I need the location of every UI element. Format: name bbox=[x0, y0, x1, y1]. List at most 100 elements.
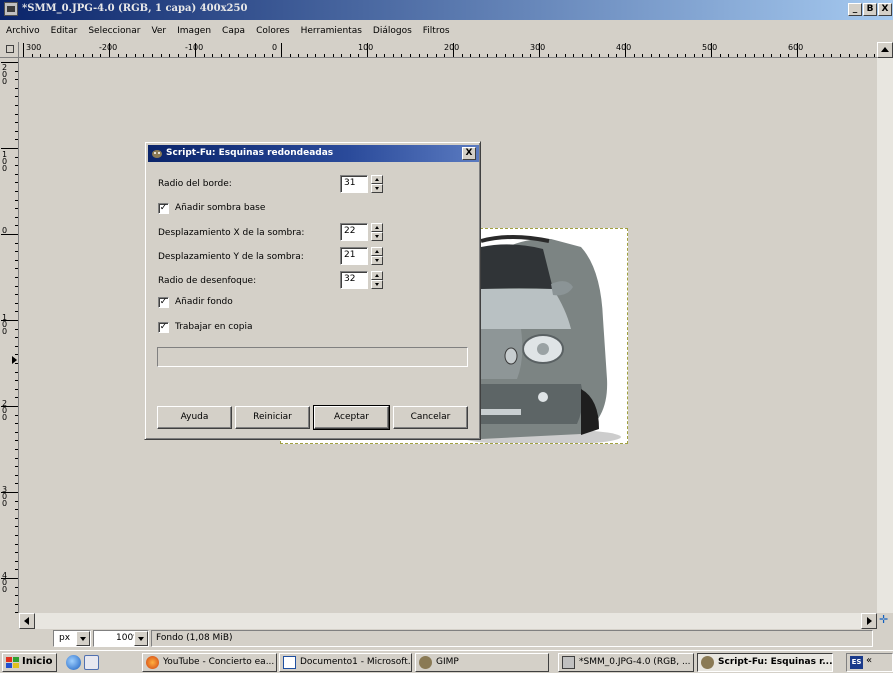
ruler-tick bbox=[15, 535, 18, 536]
task-label: Documento1 - Microsoft... bbox=[300, 657, 412, 667]
hruler-label: 200 bbox=[444, 43, 460, 52]
ruler-corner-menu-button[interactable] bbox=[0, 42, 19, 58]
desenfoque-spinner[interactable]: 32 bbox=[340, 271, 384, 289]
ruler-tick bbox=[178, 54, 179, 57]
ruler-tick bbox=[1, 406, 18, 407]
sombra-base-label: Añadir sombra base bbox=[175, 203, 266, 213]
tray-expand-button[interactable]: « bbox=[866, 655, 872, 666]
ruler-tick bbox=[15, 595, 18, 596]
task-image-window[interactable]: *SMM_0.JPG-4.0 (RGB, ... bbox=[558, 653, 694, 672]
windows-taskbar: Inicio YouTube - Concierto ea... Documen… bbox=[0, 650, 893, 673]
zoom-select[interactable]: 100% bbox=[93, 630, 149, 647]
ayuda-button[interactable]: Ayuda bbox=[157, 406, 232, 429]
start-button[interactable]: Inicio bbox=[2, 653, 57, 672]
navigate-icon[interactable] bbox=[877, 613, 893, 629]
desplazamiento-y-spinner[interactable]: 21 bbox=[340, 247, 384, 265]
status-message: Fondo (1,08 MiB) bbox=[151, 630, 873, 647]
radio-borde-spinner[interactable]: 31 bbox=[340, 175, 384, 193]
chevron-down-icon[interactable] bbox=[76, 631, 90, 646]
gimp-image-window-icon[interactable] bbox=[4, 2, 18, 16]
menu-archivo[interactable]: Archivo bbox=[6, 26, 40, 36]
ruler-tick bbox=[15, 569, 18, 570]
ruler-tick bbox=[539, 43, 540, 57]
task-label: YouTube - Concierto ea... bbox=[163, 657, 275, 667]
spin-down-button[interactable] bbox=[371, 232, 383, 241]
menu-filtros[interactable]: Filtros bbox=[423, 26, 450, 36]
unit-select[interactable]: px bbox=[53, 630, 91, 647]
ruler-tick bbox=[436, 54, 437, 57]
ruler-tick bbox=[15, 165, 18, 166]
ruler-tick bbox=[15, 458, 18, 459]
ruler-tick bbox=[401, 54, 402, 57]
close-button[interactable]: X bbox=[878, 3, 892, 16]
horizontal-ruler[interactable]: 300 -200 -100 0 100 200 300 400 500 600 bbox=[19, 42, 888, 58]
desplazamiento-y-input[interactable]: 21 bbox=[340, 247, 368, 265]
vruler-label: 100 bbox=[2, 150, 8, 173]
windows-logo-icon bbox=[6, 657, 19, 668]
cancelar-button[interactable]: Cancelar bbox=[393, 406, 468, 429]
spin-up-button[interactable] bbox=[371, 271, 383, 280]
spin-up-button[interactable] bbox=[371, 223, 383, 232]
hruler-label: 600 bbox=[788, 43, 804, 52]
ruler-tick bbox=[15, 208, 18, 209]
task-gimp[interactable]: GIMP bbox=[415, 653, 549, 672]
language-indicator[interactable]: ES bbox=[850, 656, 863, 669]
ruler-tick bbox=[32, 54, 33, 57]
dialog-titlebar[interactable]: Script-Fu: Esquinas redondeadas X bbox=[148, 145, 479, 162]
checkbox-box[interactable]: ✓ bbox=[158, 322, 169, 333]
desplazamiento-x-input[interactable]: 22 bbox=[340, 223, 368, 241]
aceptar-label: Aceptar bbox=[334, 412, 369, 422]
ruler-tick bbox=[15, 397, 18, 398]
ruler-tick bbox=[315, 54, 316, 57]
window-title: *SMM_0.JPG-4.0 (RGB, 1 capa) 400x250 bbox=[22, 3, 248, 14]
vruler-label: 400 bbox=[2, 571, 8, 594]
scroll-right-button[interactable] bbox=[861, 613, 877, 629]
ruler-tick bbox=[668, 54, 669, 57]
hruler-label: 300 bbox=[530, 43, 546, 52]
spin-down-button[interactable] bbox=[371, 184, 383, 193]
vertical-ruler[interactable]: 200 100 0 100 200 300 400 bbox=[0, 58, 19, 613]
checkbox-box[interactable]: ✓ bbox=[158, 297, 169, 308]
desenfoque-input[interactable]: 32 bbox=[340, 271, 368, 289]
menu-herramientas[interactable]: Herramientas bbox=[301, 26, 362, 36]
spin-up-button[interactable] bbox=[371, 247, 383, 256]
aceptar-button[interactable]: Aceptar bbox=[313, 405, 390, 430]
desenfoque-label: Radio de desenfoque: bbox=[158, 276, 257, 286]
menu-capa[interactable]: Capa bbox=[222, 26, 245, 36]
script-fu-dialog: Script-Fu: Esquinas redondeadas X Radio … bbox=[144, 141, 481, 440]
desplazamiento-x-spinner[interactable]: 22 bbox=[340, 223, 384, 241]
spin-down-button[interactable] bbox=[371, 280, 383, 289]
ruler-tick bbox=[15, 466, 18, 467]
internet-explorer-icon[interactable] bbox=[66, 655, 81, 670]
ruler-tick bbox=[573, 54, 574, 57]
vertical-scrollbar[interactable] bbox=[877, 42, 893, 613]
minimize-button[interactable]: _ bbox=[848, 3, 862, 16]
horizontal-scrollbar[interactable] bbox=[19, 613, 877, 629]
quickmask-toggle[interactable] bbox=[0, 613, 19, 629]
dialog-close-button[interactable]: X bbox=[462, 147, 476, 160]
checkbox-box[interactable]: ✓ bbox=[158, 203, 169, 214]
task-script-fu[interactable]: Script-Fu: Esquinas r... bbox=[697, 653, 833, 672]
task-youtube[interactable]: YouTube - Concierto ea... bbox=[142, 653, 277, 672]
menu-seleccionar[interactable]: Seleccionar bbox=[88, 26, 140, 36]
menu-ver[interactable]: Ver bbox=[151, 26, 166, 36]
menu-dialogos[interactable]: Diálogos bbox=[373, 26, 412, 36]
window-titlebar[interactable]: *SMM_0.JPG-4.0 (RGB, 1 capa) 400x250 _ B… bbox=[0, 0, 893, 20]
hruler-label: 100 bbox=[358, 43, 374, 52]
ruler-tick bbox=[23, 43, 24, 57]
scroll-up-button[interactable] bbox=[877, 42, 893, 58]
ruler-tick bbox=[677, 54, 678, 57]
show-desktop-icon[interactable] bbox=[84, 655, 99, 670]
radio-borde-input[interactable]: 31 bbox=[340, 175, 368, 193]
chevron-down-icon[interactable] bbox=[134, 631, 148, 646]
ruler-tick bbox=[324, 54, 325, 57]
spin-up-button[interactable] bbox=[371, 175, 383, 184]
task-word[interactable]: Documento1 - Microsoft... bbox=[279, 653, 412, 672]
reiniciar-button[interactable]: Reiniciar bbox=[235, 406, 310, 429]
menu-colores[interactable]: Colores bbox=[256, 26, 290, 36]
menu-imagen[interactable]: Imagen bbox=[177, 26, 211, 36]
spin-down-button[interactable] bbox=[371, 256, 383, 265]
maximize-button[interactable]: B bbox=[863, 3, 877, 16]
menu-editar[interactable]: Editar bbox=[51, 26, 78, 36]
scroll-left-button[interactable] bbox=[19, 613, 35, 629]
